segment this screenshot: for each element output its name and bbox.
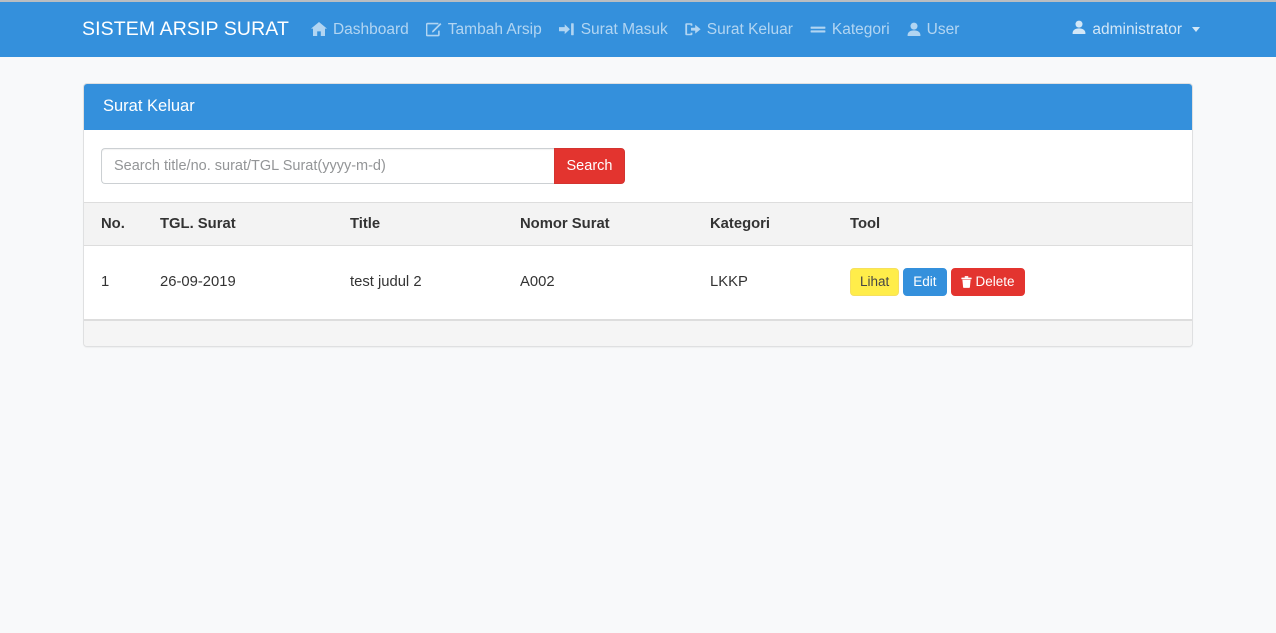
panel-title: Surat Keluar	[84, 84, 1192, 130]
column-header-tgl-surat: TGL. Surat	[160, 202, 350, 246]
brand-title[interactable]: SISTEM ARSIP SURAT	[82, 18, 289, 41]
home-icon	[310, 22, 327, 37]
search-form: Search	[101, 147, 625, 184]
main-container: Surat Keluar Search No. TGL. Surat Title…	[83, 57, 1193, 347]
nav-item-label: Kategori	[831, 20, 890, 38]
nav-item-user[interactable]: User	[907, 20, 960, 39]
table-head: No. TGL. Surat Title Nomor Surat Kategor…	[84, 202, 1192, 246]
navbar: SISTEM ARSIP SURAT Dashboard Tambah Arsi…	[0, 2, 1276, 57]
edit-button[interactable]: Edit	[903, 268, 947, 296]
row-action-buttons: Lihat Edit Delete	[850, 268, 1192, 296]
cell-no: 1	[84, 245, 160, 320]
cell-tgl-surat: 26-09-2019	[160, 245, 350, 320]
user-dropdown[interactable]: administrator	[1072, 20, 1200, 40]
search-button[interactable]: Search	[554, 147, 625, 184]
nav-item-surat-masuk[interactable]: Surat Masuk	[558, 20, 668, 39]
table-header-row: No. TGL. Surat Title Nomor Surat Kategor…	[84, 202, 1192, 246]
nav-item-dashboard[interactable]: Dashboard	[310, 20, 409, 39]
nav-links: Dashboard Tambah Arsip Surat Masuk Surat…	[310, 20, 960, 39]
table-body: 1 26-09-2019 test judul 2 A002 LKKP Liha…	[84, 245, 1192, 320]
user-dropdown-label: administrator	[1092, 20, 1182, 38]
column-header-kategori: Kategori	[710, 202, 850, 246]
delete-button-label: Delete	[975, 274, 1015, 290]
chevron-down-icon	[1192, 27, 1200, 32]
edit-square-icon	[425, 22, 442, 37]
cell-kategori: LKKP	[710, 245, 850, 320]
user-icon	[907, 22, 921, 37]
sign-in-icon	[558, 22, 575, 37]
user-icon	[1072, 20, 1086, 40]
nav-item-label: Tambah Arsip	[447, 20, 542, 38]
nav-item-label: Surat Keluar	[706, 20, 793, 38]
nav-item-label: Dashboard	[332, 20, 409, 38]
sign-out-icon	[685, 22, 701, 37]
nav-item-tambah-arsip[interactable]: Tambah Arsip	[425, 20, 542, 39]
cell-nomor-surat: A002	[520, 245, 710, 320]
cell-title: test judul 2	[350, 245, 520, 320]
search-input[interactable]	[101, 147, 554, 184]
nav-item-label: Surat Masuk	[580, 20, 668, 38]
surat-keluar-table: No. TGL. Surat Title Nomor Surat Kategor…	[84, 201, 1192, 320]
delete-button[interactable]: Delete	[950, 268, 1025, 296]
cell-tool: Lihat Edit Delete	[850, 245, 1192, 320]
column-header-title: Title	[350, 202, 520, 246]
surat-keluar-panel: Surat Keluar Search No. TGL. Surat Title…	[83, 83, 1193, 347]
nav-item-surat-keluar[interactable]: Surat Keluar	[685, 21, 793, 39]
nav-item-kategori[interactable]: Kategori	[810, 21, 890, 39]
column-header-tool: Tool	[850, 202, 1192, 246]
table-row: 1 26-09-2019 test judul 2 A002 LKKP Liha…	[84, 245, 1192, 320]
trash-icon	[960, 276, 972, 289]
panel-footer	[84, 319, 1192, 346]
lihat-button[interactable]: Lihat	[850, 268, 900, 296]
panel-body: Search	[84, 130, 1192, 202]
column-header-no: No.	[84, 202, 160, 246]
bars-icon	[810, 22, 826, 37]
nav-item-label: User	[926, 20, 960, 38]
column-header-nomor-surat: Nomor Surat	[520, 202, 710, 246]
